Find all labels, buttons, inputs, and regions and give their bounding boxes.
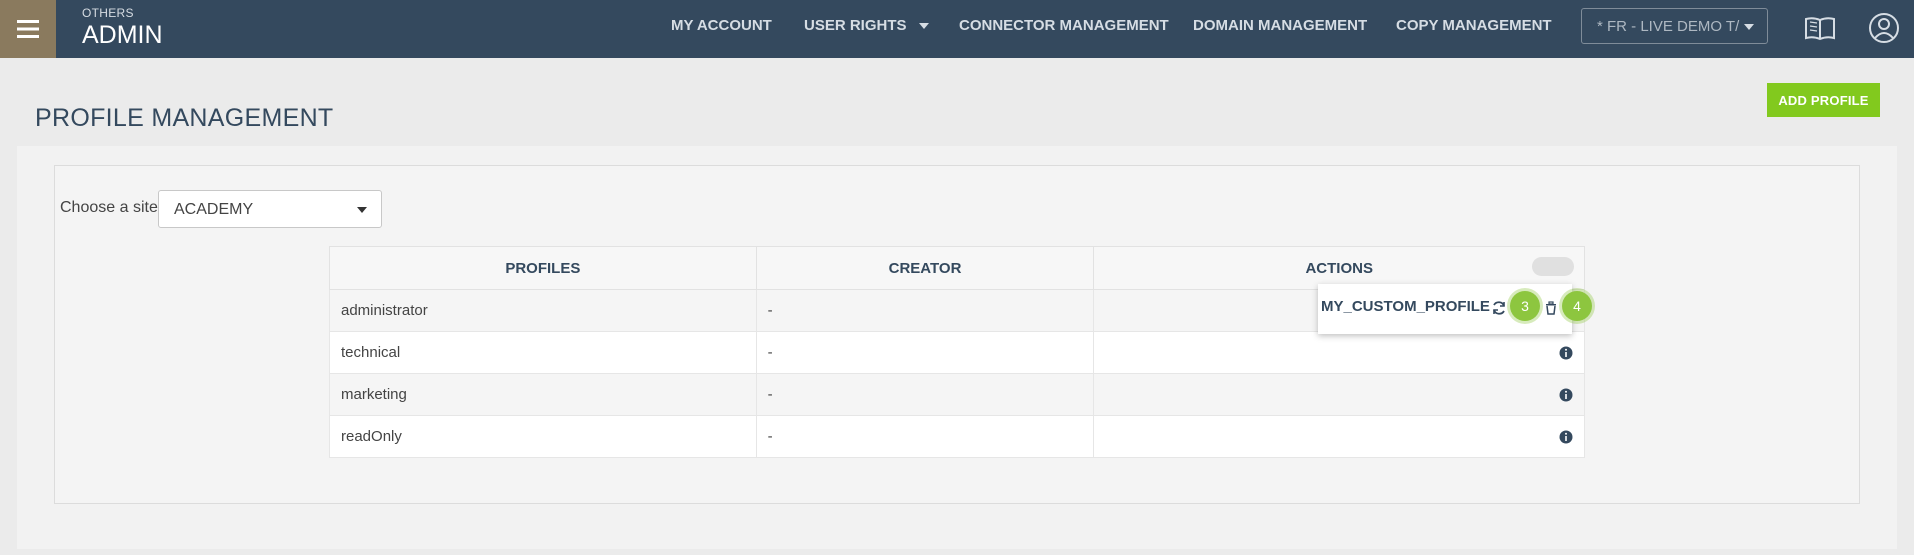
- trash-icon[interactable]: [1543, 300, 1559, 316]
- site-selector-value: * FR - LIVE DEMO T/: [1597, 18, 1740, 35]
- actions-cell: [1093, 331, 1585, 374]
- chevron-down-icon: [918, 23, 929, 30]
- site-filter-label: Choose a site:: [60, 199, 163, 216]
- profiles-table: PROFILES CREATOR ACTIONS administrator -…: [329, 246, 1585, 458]
- step-badge-3: 3: [1510, 291, 1540, 321]
- actions-cell: [1093, 373, 1585, 416]
- chevron-down-icon: [357, 207, 367, 213]
- creator-cell: -: [755, 289, 1095, 332]
- nav-label: COPY MANAGEMENT: [1396, 17, 1552, 34]
- table-row[interactable]: readOnly -: [329, 415, 1585, 458]
- site-filter-select[interactable]: ACADEMY: [158, 190, 382, 228]
- user-icon[interactable]: [1866, 10, 1902, 46]
- site-filter-value: ACADEMY: [174, 201, 254, 218]
- step-badge-4: 4: [1562, 291, 1592, 321]
- info-icon[interactable]: [1559, 346, 1573, 360]
- info-icon[interactable]: [1559, 388, 1573, 402]
- profile-cell: marketing: [329, 373, 757, 416]
- nav-label: MY ACCOUNT: [671, 17, 772, 34]
- nav-connector-management[interactable]: CONNECTOR MANAGEMENT: [959, 17, 1169, 34]
- header-toggle[interactable]: [1532, 257, 1574, 276]
- site-selector[interactable]: * FR - LIVE DEMO T/: [1581, 8, 1768, 44]
- page-title: PROFILE MANAGEMENT: [35, 104, 334, 132]
- section-name: ADMIN: [82, 21, 163, 49]
- nav-my-account[interactable]: MY ACCOUNT: [671, 17, 772, 34]
- table-row[interactable]: marketing -: [329, 373, 1585, 416]
- column-header-profiles[interactable]: PROFILES: [329, 246, 757, 290]
- hamburger-icon: [17, 20, 39, 38]
- add-profile-button[interactable]: ADD PROFILE: [1767, 83, 1880, 117]
- nav-label: DOMAIN MANAGEMENT: [1193, 17, 1368, 34]
- book-icon[interactable]: [1802, 10, 1838, 46]
- column-header-creator[interactable]: CREATOR: [755, 246, 1095, 290]
- nav-user-rights[interactable]: USER RIGHTS: [804, 17, 929, 34]
- section-subtitle: OTHERS: [82, 6, 134, 20]
- creator-cell: -: [755, 415, 1095, 458]
- popover-profile-name: MY_CUSTOM_PROFILE: [1321, 298, 1490, 315]
- chevron-down-icon: [1744, 24, 1754, 30]
- nav-label: CONNECTOR MANAGEMENT: [959, 17, 1169, 34]
- nav-label: USER RIGHTS: [804, 17, 907, 34]
- profile-cell: technical: [329, 331, 757, 374]
- profile-cell: administrator: [329, 289, 757, 332]
- creator-cell: -: [755, 373, 1095, 416]
- profile-cell: readOnly: [329, 415, 757, 458]
- info-icon[interactable]: [1559, 430, 1573, 444]
- creator-cell: -: [755, 331, 1095, 374]
- nav-copy-management[interactable]: COPY MANAGEMENT: [1396, 17, 1552, 34]
- top-navbar: OTHERS ADMIN MY ACCOUNT USER RIGHTS CONN…: [0, 0, 1914, 58]
- table-row[interactable]: technical -: [329, 331, 1585, 374]
- menu-button[interactable]: [0, 0, 56, 58]
- actions-cell: [1093, 415, 1585, 458]
- section-title: OTHERS ADMIN: [82, 6, 163, 49]
- refresh-icon[interactable]: [1491, 300, 1507, 316]
- nav-domain-management[interactable]: DOMAIN MANAGEMENT: [1193, 17, 1367, 34]
